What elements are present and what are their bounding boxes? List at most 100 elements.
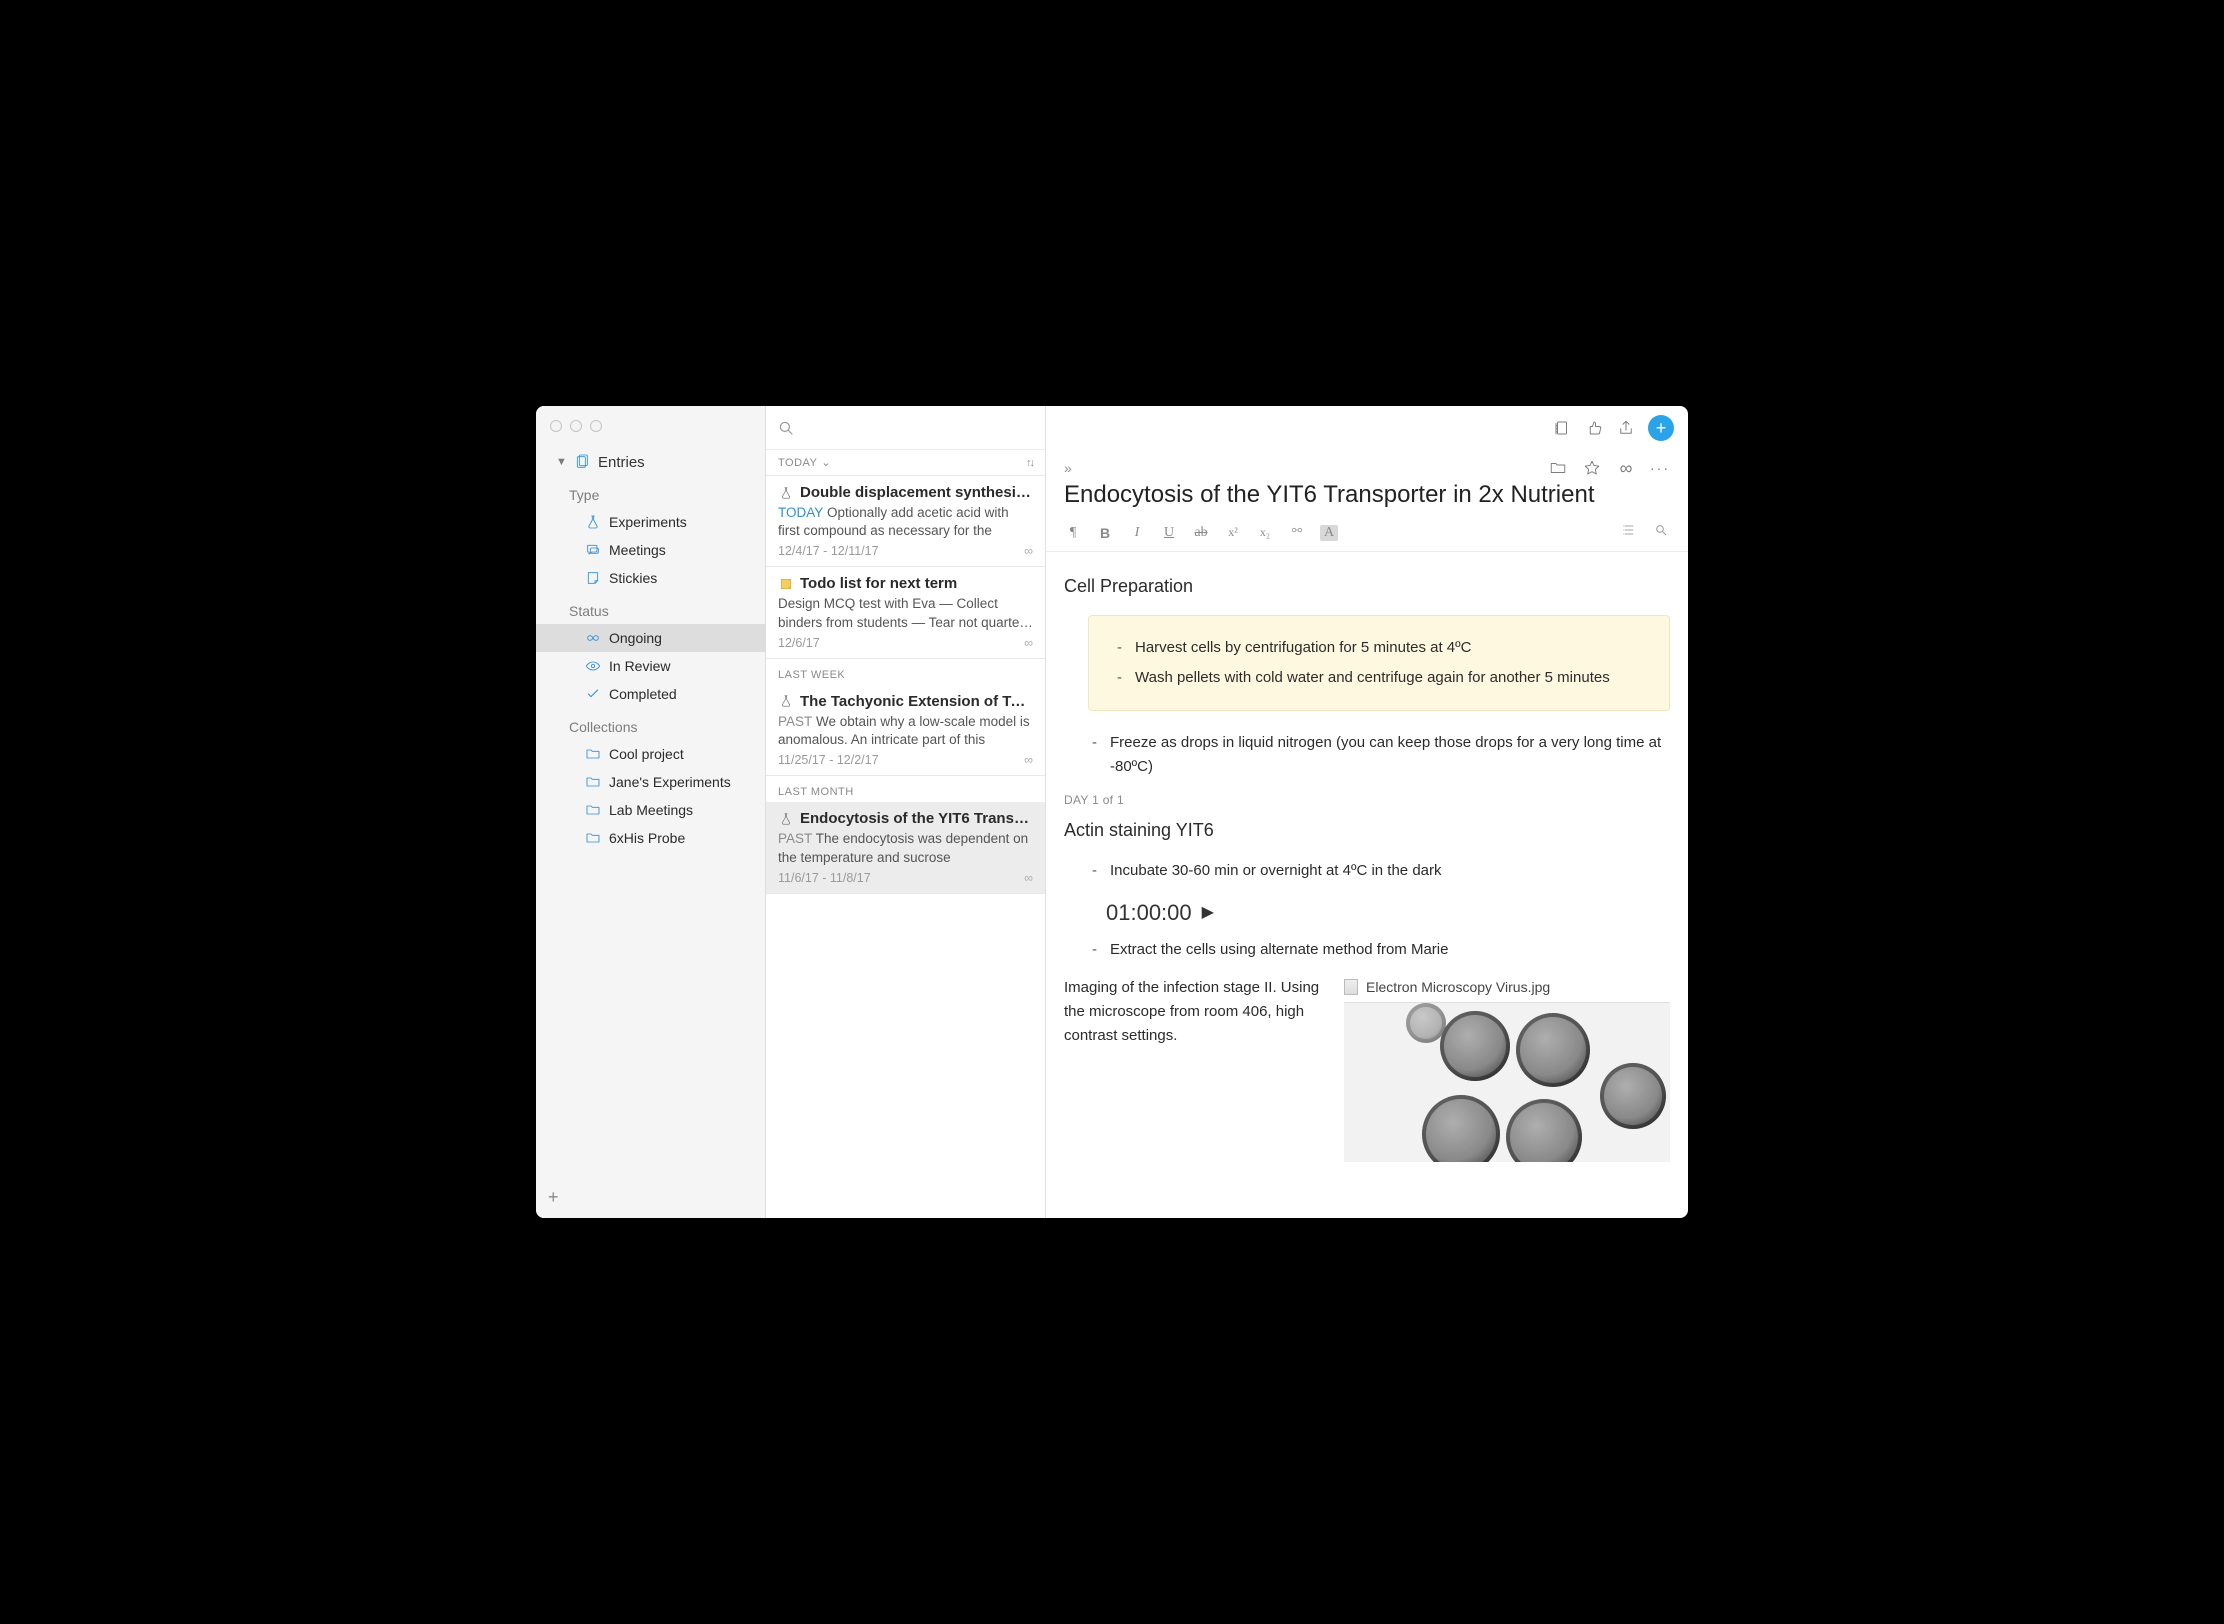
list-section-last-month: LAST MONTH	[766, 776, 1045, 802]
sidebar-item-stickies[interactable]: Stickies	[536, 564, 765, 592]
chevron-down-icon: ⌄	[821, 456, 831, 469]
disclosure-triangle-icon[interactable]: ▼	[556, 456, 566, 468]
search-icon[interactable]	[776, 418, 796, 438]
subscript-button[interactable]: x₂	[1256, 525, 1274, 540]
strikethrough-button[interactable]: ab	[1192, 525, 1210, 541]
list-item-preview: PAST The endocytosis was dependent on th…	[778, 830, 1033, 866]
sidebar-item-meetings[interactable]: Meetings	[536, 536, 765, 564]
folder-icon	[584, 801, 602, 819]
list-item-dates: 11/6/17 - 11/8/17	[778, 871, 871, 885]
infinity-icon: ∞	[1024, 544, 1033, 558]
sidebar-item-experiments[interactable]: Experiments	[536, 508, 765, 536]
sidebar-item-label: Lab Meetings	[609, 802, 693, 818]
bold-button[interactable]: B	[1096, 525, 1114, 541]
editor-toolbar: +	[1046, 406, 1688, 450]
callout-item: Wash pellets with cold water and centrif…	[1117, 666, 1649, 690]
entries-icon	[573, 453, 591, 471]
sidebar-item-label: Meetings	[609, 542, 666, 558]
folder-icon	[584, 745, 602, 763]
bullet-item: Extract the cells using alternate method…	[1092, 938, 1670, 962]
entry-content[interactable]: Cell Preparation Harvest cells by centri…	[1046, 552, 1688, 1218]
more-icon[interactable]: ···	[1650, 458, 1670, 478]
thumbs-up-icon[interactable]	[1584, 418, 1604, 438]
window-controls	[550, 420, 602, 432]
list-item-dates: 11/25/17 - 12/2/17	[778, 753, 879, 767]
link-button[interactable]	[1288, 523, 1306, 542]
bullet-item: Freeze as drops in liquid nitrogen (you …	[1092, 731, 1670, 779]
paragraph-style-button[interactable]: ¶	[1064, 525, 1082, 541]
flask-icon	[778, 812, 794, 826]
list-item[interactable]: Double displacement synthesi… TODAY Opti…	[766, 476, 1045, 567]
list-filter-row: TODAY ⌄ ↑↓	[766, 450, 1045, 476]
infinity-icon: ∞	[1024, 753, 1033, 767]
list-toolbar	[766, 406, 1045, 450]
underline-button[interactable]: U	[1160, 525, 1178, 541]
library-icon[interactable]	[1552, 418, 1572, 438]
sidebar-entries[interactable]: ▼ Entries	[536, 448, 765, 476]
list-item-preview: PAST We obtain why a low-scale model is …	[778, 713, 1033, 749]
star-icon[interactable]	[1582, 458, 1602, 478]
filter-today-dropdown[interactable]: TODAY ⌄	[778, 456, 831, 469]
sticky-note-icon	[584, 569, 602, 587]
sidebar-item-completed[interactable]: Completed	[536, 680, 765, 708]
list-item-dates: 12/4/17 - 12/11/17	[778, 544, 879, 558]
list-item-preview: Design MCQ test with Eva — Collect binde…	[778, 595, 1033, 631]
image-row: Imaging of the infection stage II. Using…	[1064, 976, 1670, 1162]
attachment-preview	[1344, 1002, 1670, 1162]
day-label: DAY 1 of 1	[1064, 791, 1670, 810]
sticky-note-icon	[778, 577, 794, 591]
bullet-item: Incubate 30-60 min or overnight at 4ºC i…	[1092, 859, 1670, 883]
section-heading: Cell Preparation	[1064, 572, 1670, 601]
folder-icon	[584, 773, 602, 791]
file-icon	[1344, 979, 1358, 995]
folder-icon[interactable]	[1548, 458, 1568, 478]
infinity-icon	[584, 629, 602, 647]
sidebar-item-cool-project[interactable]: Cool project	[536, 740, 765, 768]
zoom-window-icon[interactable]	[590, 420, 602, 432]
sidebar-entries-label: Entries	[598, 454, 645, 471]
entry-title[interactable]: Endocytosis of the YIT6 Transporter in 2…	[1064, 480, 1594, 510]
sidebar-item-in-review[interactable]: In Review	[536, 652, 765, 680]
image-caption: Imaging of the infection stage II. Using…	[1064, 976, 1324, 1048]
sidebar-item-label: In Review	[609, 658, 670, 674]
list-item-title: Todo list for next term	[800, 575, 1033, 592]
callout-item: Harvest cells by centrifugation for 5 mi…	[1117, 636, 1649, 660]
sidebar-item-janes-experiments[interactable]: Jane's Experiments	[536, 768, 765, 796]
share-icon[interactable]	[1616, 418, 1636, 438]
sidebar-add-button[interactable]: +	[536, 1176, 765, 1218]
superscript-button[interactable]: x²	[1224, 525, 1242, 540]
sidebar-item-label: Completed	[609, 686, 677, 702]
sort-icon[interactable]: ↑↓	[1026, 457, 1033, 469]
flask-icon	[584, 513, 602, 531]
play-icon[interactable]: ▶	[1202, 900, 1214, 926]
add-entry-button[interactable]: +	[1648, 415, 1674, 441]
sidebar-item-label: Jane's Experiments	[609, 774, 731, 790]
outline-button[interactable]	[1620, 522, 1638, 543]
chat-icon	[584, 541, 602, 559]
close-window-icon[interactable]	[550, 420, 562, 432]
sidebar-item-label: Stickies	[609, 570, 657, 586]
highlight-button[interactable]: A	[1320, 525, 1338, 541]
italic-button[interactable]: I	[1128, 525, 1146, 541]
flask-icon	[778, 486, 794, 500]
attachment[interactable]: Electron Microscopy Virus.jpg	[1344, 976, 1670, 1162]
list-item-title: Double displacement synthesi…	[800, 484, 1033, 501]
list-item-preview: TODAY Optionally add acetic acid with fi…	[778, 504, 1033, 540]
list-item[interactable]: Todo list for next term Design MCQ test …	[766, 567, 1045, 658]
list-item-dates: 12/6/17	[778, 636, 820, 650]
sidebar-group-type: Type	[536, 482, 765, 508]
sidebar-item-6xhis-probe[interactable]: 6xHis Probe	[536, 824, 765, 852]
find-button[interactable]	[1652, 522, 1670, 543]
sidebar-item-lab-meetings[interactable]: Lab Meetings	[536, 796, 765, 824]
list-item[interactable]: The Tachyonic Extension of To… PAST We o…	[766, 685, 1045, 776]
breadcrumb-chevron-icon[interactable]: »	[1064, 460, 1072, 476]
checkmark-icon	[584, 685, 602, 703]
list-item[interactable]: Endocytosis of the YIT6 Trans… PAST The …	[766, 802, 1045, 893]
timer[interactable]: 01:00:00 ▶	[1064, 895, 1670, 930]
infinity-icon[interactable]: ∞	[1616, 458, 1636, 478]
list-item-title: Endocytosis of the YIT6 Trans…	[800, 810, 1033, 827]
minimize-window-icon[interactable]	[570, 420, 582, 432]
sidebar-item-ongoing[interactable]: Ongoing	[536, 624, 765, 652]
sidebar-item-label: Cool project	[609, 746, 684, 762]
infinity-icon: ∞	[1024, 871, 1033, 885]
